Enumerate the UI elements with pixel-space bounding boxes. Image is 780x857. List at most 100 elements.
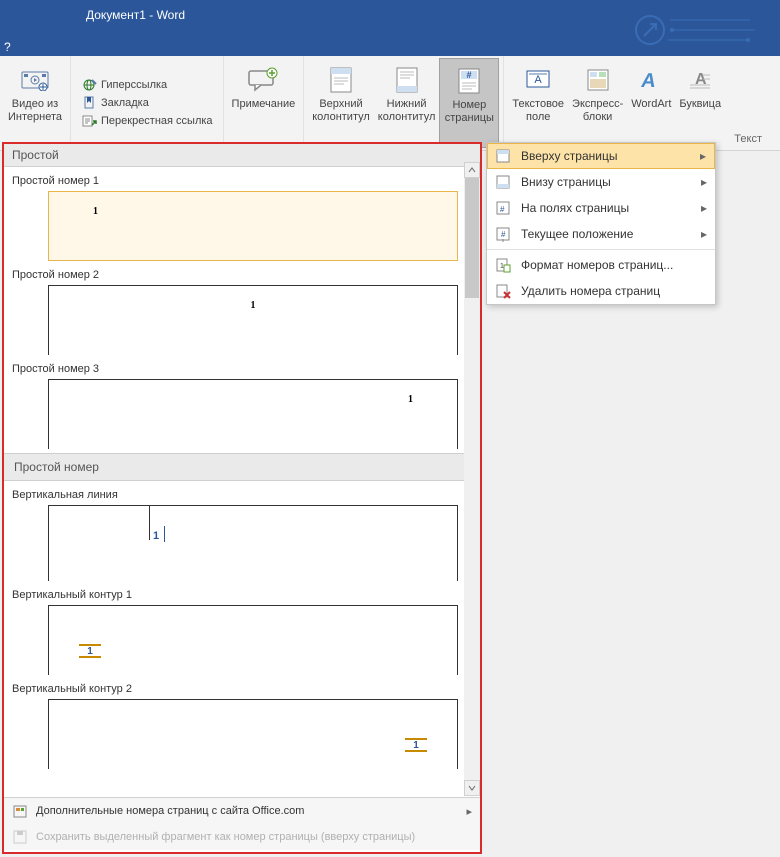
crossref-button[interactable]: Перекрестная ссылка bbox=[81, 114, 213, 128]
ribbon: Видео из Интернета Гиперссылка Закладка … bbox=[0, 56, 780, 151]
page-number-button[interactable]: # Номер страницы bbox=[439, 58, 499, 148]
svg-text:A: A bbox=[640, 70, 659, 92]
crossref-icon bbox=[81, 114, 97, 128]
footer-button[interactable]: Нижний колонтитул bbox=[374, 58, 440, 148]
more-from-office-button[interactable]: Дополнительные номера страниц с сайта Of… bbox=[4, 798, 480, 824]
gallery-item-outline-1[interactable]: Вертикальный контур 1 1 bbox=[4, 581, 480, 675]
save-label: Сохранить выделенный фрагмент как номер … bbox=[36, 831, 415, 843]
titlebar: Документ1 - Word ? bbox=[0, 0, 780, 56]
outline-num: 1 bbox=[79, 644, 101, 658]
hyperlink-button[interactable]: Гиперссылка bbox=[81, 78, 213, 92]
gallery-item-plain-1[interactable]: Простой номер 1 1 bbox=[4, 167, 480, 261]
scroll-thumb[interactable] bbox=[465, 178, 479, 298]
office-icon bbox=[12, 803, 28, 819]
svg-text:#: # bbox=[501, 230, 506, 239]
preview: 1 bbox=[48, 285, 458, 355]
item-title: Простой номер 3 bbox=[12, 359, 472, 379]
header-label: Верхний колонтитул bbox=[312, 98, 370, 124]
gallery-item-vline[interactable]: Вертикальная линия 1 bbox=[4, 481, 480, 581]
scroll-track[interactable] bbox=[464, 178, 480, 780]
vertical-line bbox=[149, 506, 150, 540]
format-icon: 1 bbox=[495, 257, 511, 273]
submenu-arrow-icon: ▸ bbox=[701, 175, 707, 189]
bookmark-button[interactable]: Закладка bbox=[81, 96, 213, 110]
decoration-lines bbox=[620, 10, 760, 50]
item-title: Вертикальный контур 2 bbox=[12, 679, 472, 699]
svg-text:#: # bbox=[467, 70, 472, 80]
bookmark-label: Закладка bbox=[101, 97, 149, 109]
header-icon bbox=[325, 64, 357, 96]
gallery-section-simple: Простой bbox=[4, 144, 480, 167]
gallery-item-plain-3[interactable]: Простой номер 3 1 bbox=[4, 355, 480, 449]
preview: 1 bbox=[48, 605, 458, 675]
submenu-arrow-icon: ▸ bbox=[466, 805, 472, 818]
gallery-item-outline-2[interactable]: Вертикальный контур 2 1 bbox=[4, 675, 480, 769]
document-title: Документ1 - Word bbox=[86, 8, 185, 22]
textbox-icon: A bbox=[522, 64, 554, 96]
gallery-scrollbar[interactable] bbox=[464, 162, 480, 796]
save-icon bbox=[12, 829, 28, 845]
menu-bottom-of-page[interactable]: Внизу страницы ▸ bbox=[487, 169, 715, 195]
quickparts-icon bbox=[582, 64, 614, 96]
menu-remove-label: Удалить номера страниц bbox=[521, 284, 660, 298]
top-icon bbox=[495, 148, 511, 164]
save-selection-button: Сохранить выделенный фрагмент как номер … bbox=[4, 824, 480, 850]
scroll-up-button[interactable] bbox=[464, 162, 480, 178]
dropcap-icon: A bbox=[684, 64, 716, 96]
bottom-icon bbox=[495, 174, 511, 190]
header-button[interactable]: Верхний колонтитул bbox=[308, 58, 374, 148]
scroll-down-button[interactable] bbox=[464, 780, 480, 796]
menu-margins-label: На полях страницы bbox=[521, 201, 629, 215]
margins-icon: # bbox=[495, 200, 511, 216]
text-group-label: Текст bbox=[734, 133, 762, 145]
menu-top-of-page[interactable]: Вверху страницы ▸ bbox=[487, 143, 715, 169]
hyperlink-icon bbox=[81, 78, 97, 92]
menu-format-label: Формат номеров страниц... bbox=[521, 258, 673, 272]
online-video-button[interactable]: Видео из Интернета bbox=[4, 58, 66, 148]
group-text: A Текстовое поле Экспресс- блоки A WordA… bbox=[504, 56, 729, 150]
wordart-button[interactable]: A WordArt bbox=[627, 58, 675, 148]
item-title: Вертикальная линия bbox=[12, 485, 472, 505]
submenu-arrow-icon: ▸ bbox=[700, 149, 706, 163]
group-headerfooter: Верхний колонтитул Нижний колонтитул # Н… bbox=[304, 56, 504, 150]
menu-remove-numbers[interactable]: Удалить номера страниц bbox=[487, 278, 715, 304]
submenu-arrow-icon: ▸ bbox=[701, 201, 707, 215]
preview: 1 bbox=[48, 505, 458, 581]
preview: 1 bbox=[48, 699, 458, 769]
menu-top-label: Вверху страницы bbox=[521, 149, 617, 163]
menu-bottom-label: Внизу страницы bbox=[521, 175, 611, 189]
gallery-item-plain-2[interactable]: Простой номер 2 1 bbox=[4, 261, 480, 355]
wordart-icon: A bbox=[635, 64, 667, 96]
textbox-button[interactable]: A Текстовое поле bbox=[508, 58, 568, 148]
item-title: Простой номер 1 bbox=[12, 171, 472, 191]
menu-separator bbox=[487, 249, 715, 250]
video-icon bbox=[19, 64, 51, 96]
group-comments: Примечание bbox=[224, 56, 305, 150]
outline-num: 1 bbox=[405, 738, 427, 752]
group-links: Гиперссылка Закладка Перекрестная ссылка bbox=[71, 56, 224, 150]
item-title: Вертикальный контур 1 bbox=[12, 585, 472, 605]
page-number-menu: Вверху страницы ▸ Внизу страницы ▸ # На … bbox=[486, 142, 716, 305]
help-hint[interactable]: ? bbox=[4, 40, 11, 54]
current-icon: # bbox=[495, 226, 511, 242]
text-cursor bbox=[164, 526, 165, 542]
menu-current-position[interactable]: # Текущее положение ▸ bbox=[487, 221, 715, 247]
page-num: 1 bbox=[408, 394, 413, 405]
preview: 1 bbox=[48, 379, 458, 449]
dropcap-button[interactable]: A Буквица bbox=[675, 58, 725, 148]
page-number-label: Номер страницы bbox=[445, 99, 494, 125]
menu-page-margins[interactable]: # На полях страницы ▸ bbox=[487, 195, 715, 221]
footer-icon bbox=[391, 64, 423, 96]
preview: 1 bbox=[48, 191, 458, 261]
comment-button[interactable]: Примечание bbox=[228, 58, 300, 148]
video-label: Видео из Интернета bbox=[8, 98, 62, 124]
page-number-icon: # bbox=[453, 65, 485, 97]
quickparts-button[interactable]: Экспресс- блоки bbox=[568, 58, 627, 148]
page-number-gallery: Простой Простой номер 1 1 Простой номер … bbox=[2, 142, 482, 854]
svg-text:A: A bbox=[535, 74, 543, 86]
menu-format-numbers[interactable]: 1 Формат номеров страниц... bbox=[487, 252, 715, 278]
hyperlink-label: Гиперссылка bbox=[101, 79, 167, 91]
remove-icon bbox=[495, 283, 511, 299]
group-media: Видео из Интернета bbox=[0, 56, 71, 150]
page-num: 1 bbox=[93, 206, 98, 217]
